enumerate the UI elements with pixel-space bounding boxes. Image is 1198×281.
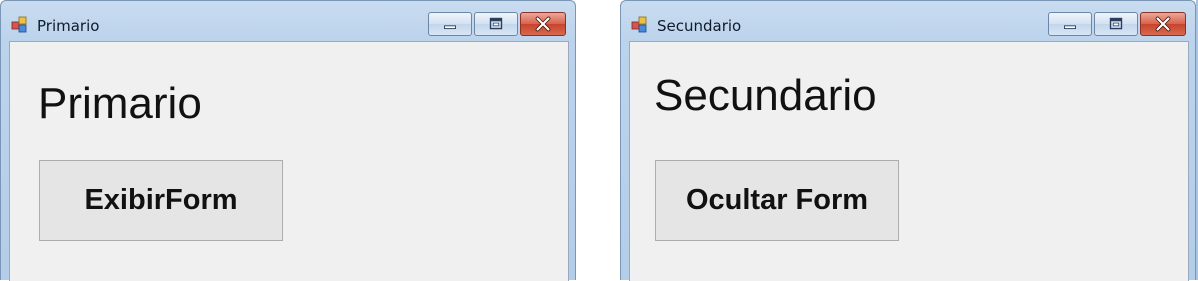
primario-window: Primario Primario ExibirForm [0,0,576,281]
close-button[interactable] [1140,12,1186,36]
minimize-button[interactable] [428,12,472,36]
minimize-icon [444,25,456,30]
form-heading: Primario [38,79,202,128]
title-bar[interactable]: Secundario [621,1,1195,41]
close-button[interactable] [520,12,566,36]
maximize-button[interactable] [474,12,518,36]
ocultar-form-button[interactable]: Ocultar Form [655,160,899,241]
app-form-icon[interactable] [11,16,29,34]
maximize-button[interactable] [1094,12,1138,36]
close-icon [535,16,551,32]
app-form-icon[interactable] [631,16,649,34]
window-title: Secundario [657,17,742,35]
caption-buttons [428,12,566,36]
client-area: Secundario Ocultar Form [629,41,1189,281]
client-area: Primario ExibirForm [9,41,569,281]
secundario-window: Secundario Secundario Ocultar Form [620,0,1196,281]
title-bar[interactable]: Primario [1,1,575,41]
window-title: Primario [37,17,100,35]
form-heading: Secundario [654,71,877,120]
exibir-form-button[interactable]: ExibirForm [39,160,283,241]
minimize-icon [1064,25,1076,30]
close-icon [1155,16,1171,32]
maximize-icon [1109,17,1123,30]
minimize-button[interactable] [1048,12,1092,36]
maximize-icon [489,17,503,30]
caption-buttons [1048,12,1186,36]
